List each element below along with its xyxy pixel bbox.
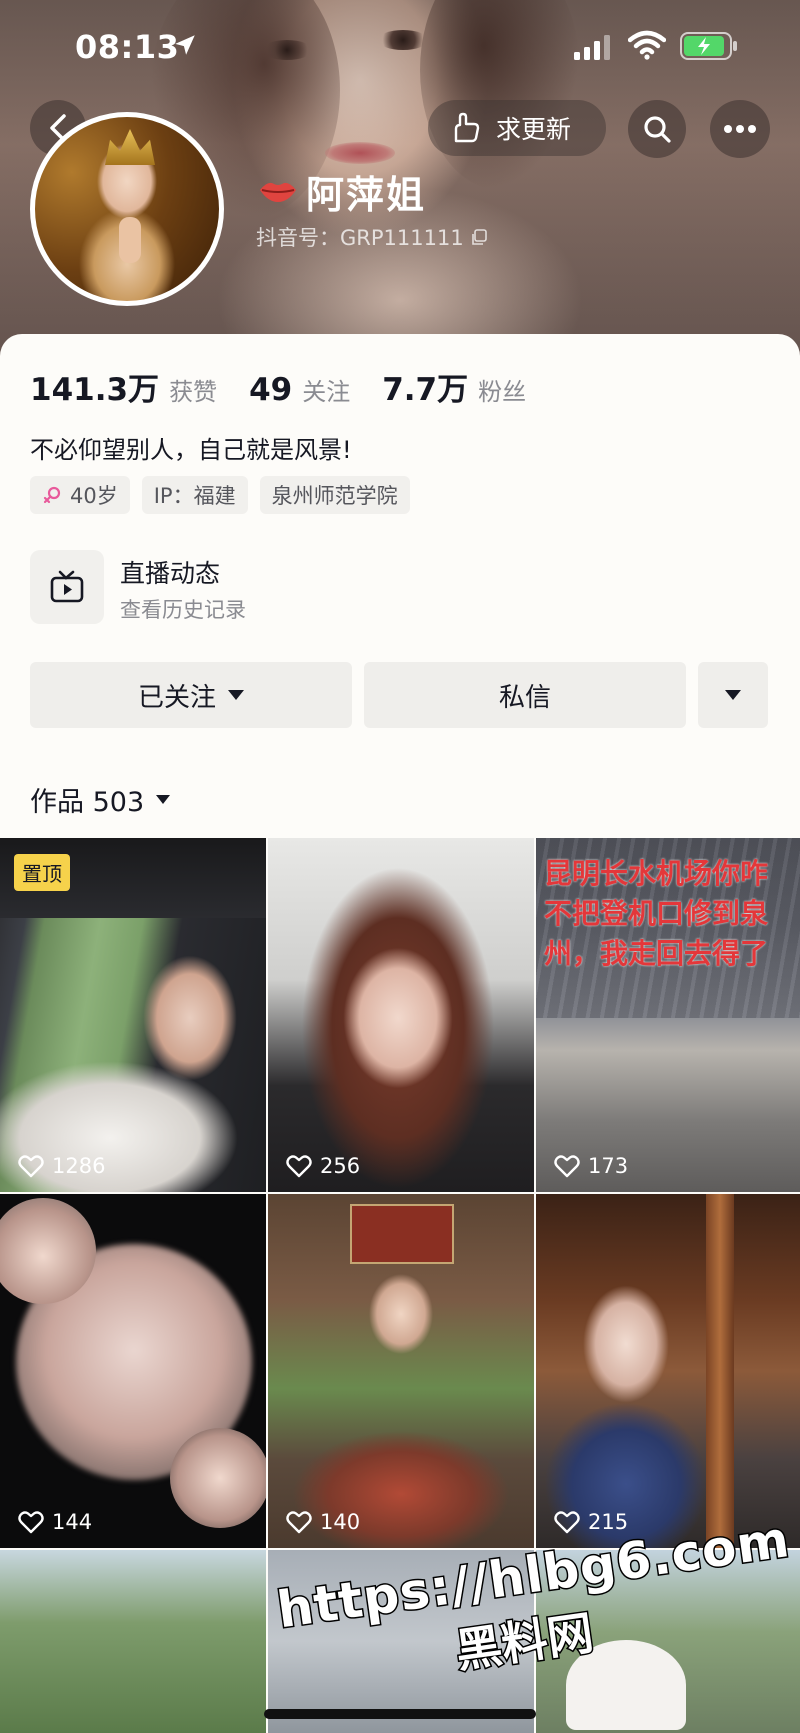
stat-following-label: 关注: [302, 378, 351, 406]
works-label: 作品 503: [30, 787, 145, 818]
works-tab[interactable]: 作品 503: [30, 780, 171, 819]
tag-ip-label: IP：福建: [153, 484, 236, 508]
home-indicator[interactable]: [264, 1709, 536, 1719]
more-options-button[interactable]: [710, 100, 770, 158]
message-label: 私信: [498, 682, 551, 713]
female-icon: [43, 486, 61, 504]
like-count-value: 140: [320, 1510, 361, 1534]
stat-following[interactable]: 49 关注: [249, 372, 350, 408]
lips-icon: [260, 182, 296, 202]
profile-name-row: 阿萍姐: [258, 166, 427, 217]
pinned-badge: 置顶: [14, 854, 70, 891]
heart-icon: [554, 1155, 580, 1178]
heart-icon: [554, 1511, 580, 1534]
like-count: 1286: [18, 1154, 105, 1178]
heart-icon: [18, 1511, 44, 1534]
video-tile[interactable]: 215: [536, 1194, 800, 1548]
like-count: 256: [286, 1154, 360, 1178]
video-tile[interactable]: 256: [268, 838, 534, 1192]
video-tile[interactable]: 置顶 1286: [0, 838, 266, 1192]
live-history-entry[interactable]: 直播动态 查看历史记录: [30, 548, 330, 628]
stat-followers-label: 粉丝: [478, 378, 527, 406]
tag-age-label: 40岁: [70, 484, 118, 508]
heart-icon: [286, 1511, 312, 1534]
profile-card: 141.3万 获赞 49 关注 7.7万 粉丝 不必仰望别人，自己就是风景! 4…: [0, 334, 800, 834]
request-update-button[interactable]: 求更新: [428, 100, 606, 156]
stat-likes-label: 获赞: [169, 378, 218, 406]
request-update-label: 求更新: [496, 115, 572, 144]
status-time: 08:13: [75, 28, 180, 66]
like-count-value: 144: [52, 1510, 93, 1534]
wifi-icon: [628, 30, 666, 60]
location-arrow-icon: [175, 35, 195, 55]
tag-school-label: 泉州师范学院: [271, 484, 398, 508]
caret-down-icon: [725, 690, 741, 700]
video-tile[interactable]: 昆明长水机场你咋不把登机口修到泉州，我走回去得了 173: [536, 838, 800, 1192]
stat-followers[interactable]: 7.7万 粉丝: [382, 364, 526, 409]
video-tile[interactable]: [0, 1550, 266, 1733]
cellular-signal-icon: [574, 35, 610, 60]
like-count: 144: [18, 1510, 92, 1534]
heart-icon: [286, 1155, 312, 1178]
profile-stats: 141.3万 获赞 49 关注 7.7万 粉丝: [30, 364, 558, 409]
heart-icon: [18, 1155, 44, 1178]
caret-down-icon: [156, 795, 171, 804]
tv-play-icon: [50, 570, 84, 603]
stat-following-value: 49: [249, 372, 293, 408]
pointing-hand-icon: [454, 112, 480, 143]
battery-charging-icon: [680, 32, 737, 60]
douyin-id[interactable]: 抖音号：GRP111111: [256, 222, 488, 252]
like-count-value: 215: [588, 1510, 629, 1534]
recommend-dropdown-button[interactable]: [698, 662, 768, 728]
like-count-value: 256: [320, 1154, 361, 1178]
copy-icon[interactable]: [470, 228, 488, 246]
status-bar: 08:13: [0, 0, 800, 90]
stat-likes-value: 141.3万: [30, 372, 160, 408]
like-count-value: 173: [588, 1154, 629, 1178]
video-tile[interactable]: 144: [0, 1194, 266, 1548]
like-count: 215: [554, 1510, 628, 1534]
more-dots-icon: [724, 125, 756, 133]
search-button[interactable]: [628, 100, 686, 158]
like-count-value: 1286: [52, 1154, 106, 1178]
tag-ip: IP：福建: [141, 476, 248, 514]
following-label: 已关注: [137, 682, 216, 713]
live-subtitle: 查看历史记录: [120, 598, 246, 622]
caret-down-icon: [228, 690, 244, 700]
video-tile[interactable]: 140: [268, 1194, 534, 1548]
profile-actions: 已关注 私信: [30, 662, 768, 728]
live-title: 直播动态: [120, 559, 221, 588]
like-count: 173: [554, 1154, 628, 1178]
profile-bio: 不必仰望别人，自己就是风景!: [30, 436, 352, 464]
following-button[interactable]: 已关注: [30, 662, 352, 728]
live-icon-box: [30, 550, 104, 624]
douyin-id-text: 抖音号：GRP111111: [256, 226, 464, 250]
profile-name: 阿萍姐: [306, 172, 427, 217]
like-count: 140: [286, 1510, 360, 1534]
message-button[interactable]: 私信: [364, 662, 686, 728]
video-caption: 昆明长水机场你咋不把登机口修到泉州，我走回去得了: [544, 857, 769, 970]
stat-likes[interactable]: 141.3万 获赞: [30, 364, 217, 409]
profile-tags: 40岁 IP：福建 泉州师范学院: [30, 476, 422, 514]
tag-age: 40岁: [30, 476, 130, 514]
stat-followers-value: 7.7万: [382, 372, 469, 408]
tag-school[interactable]: 泉州师范学院: [259, 476, 410, 514]
search-icon: [644, 116, 671, 143]
avatar[interactable]: [30, 112, 224, 306]
